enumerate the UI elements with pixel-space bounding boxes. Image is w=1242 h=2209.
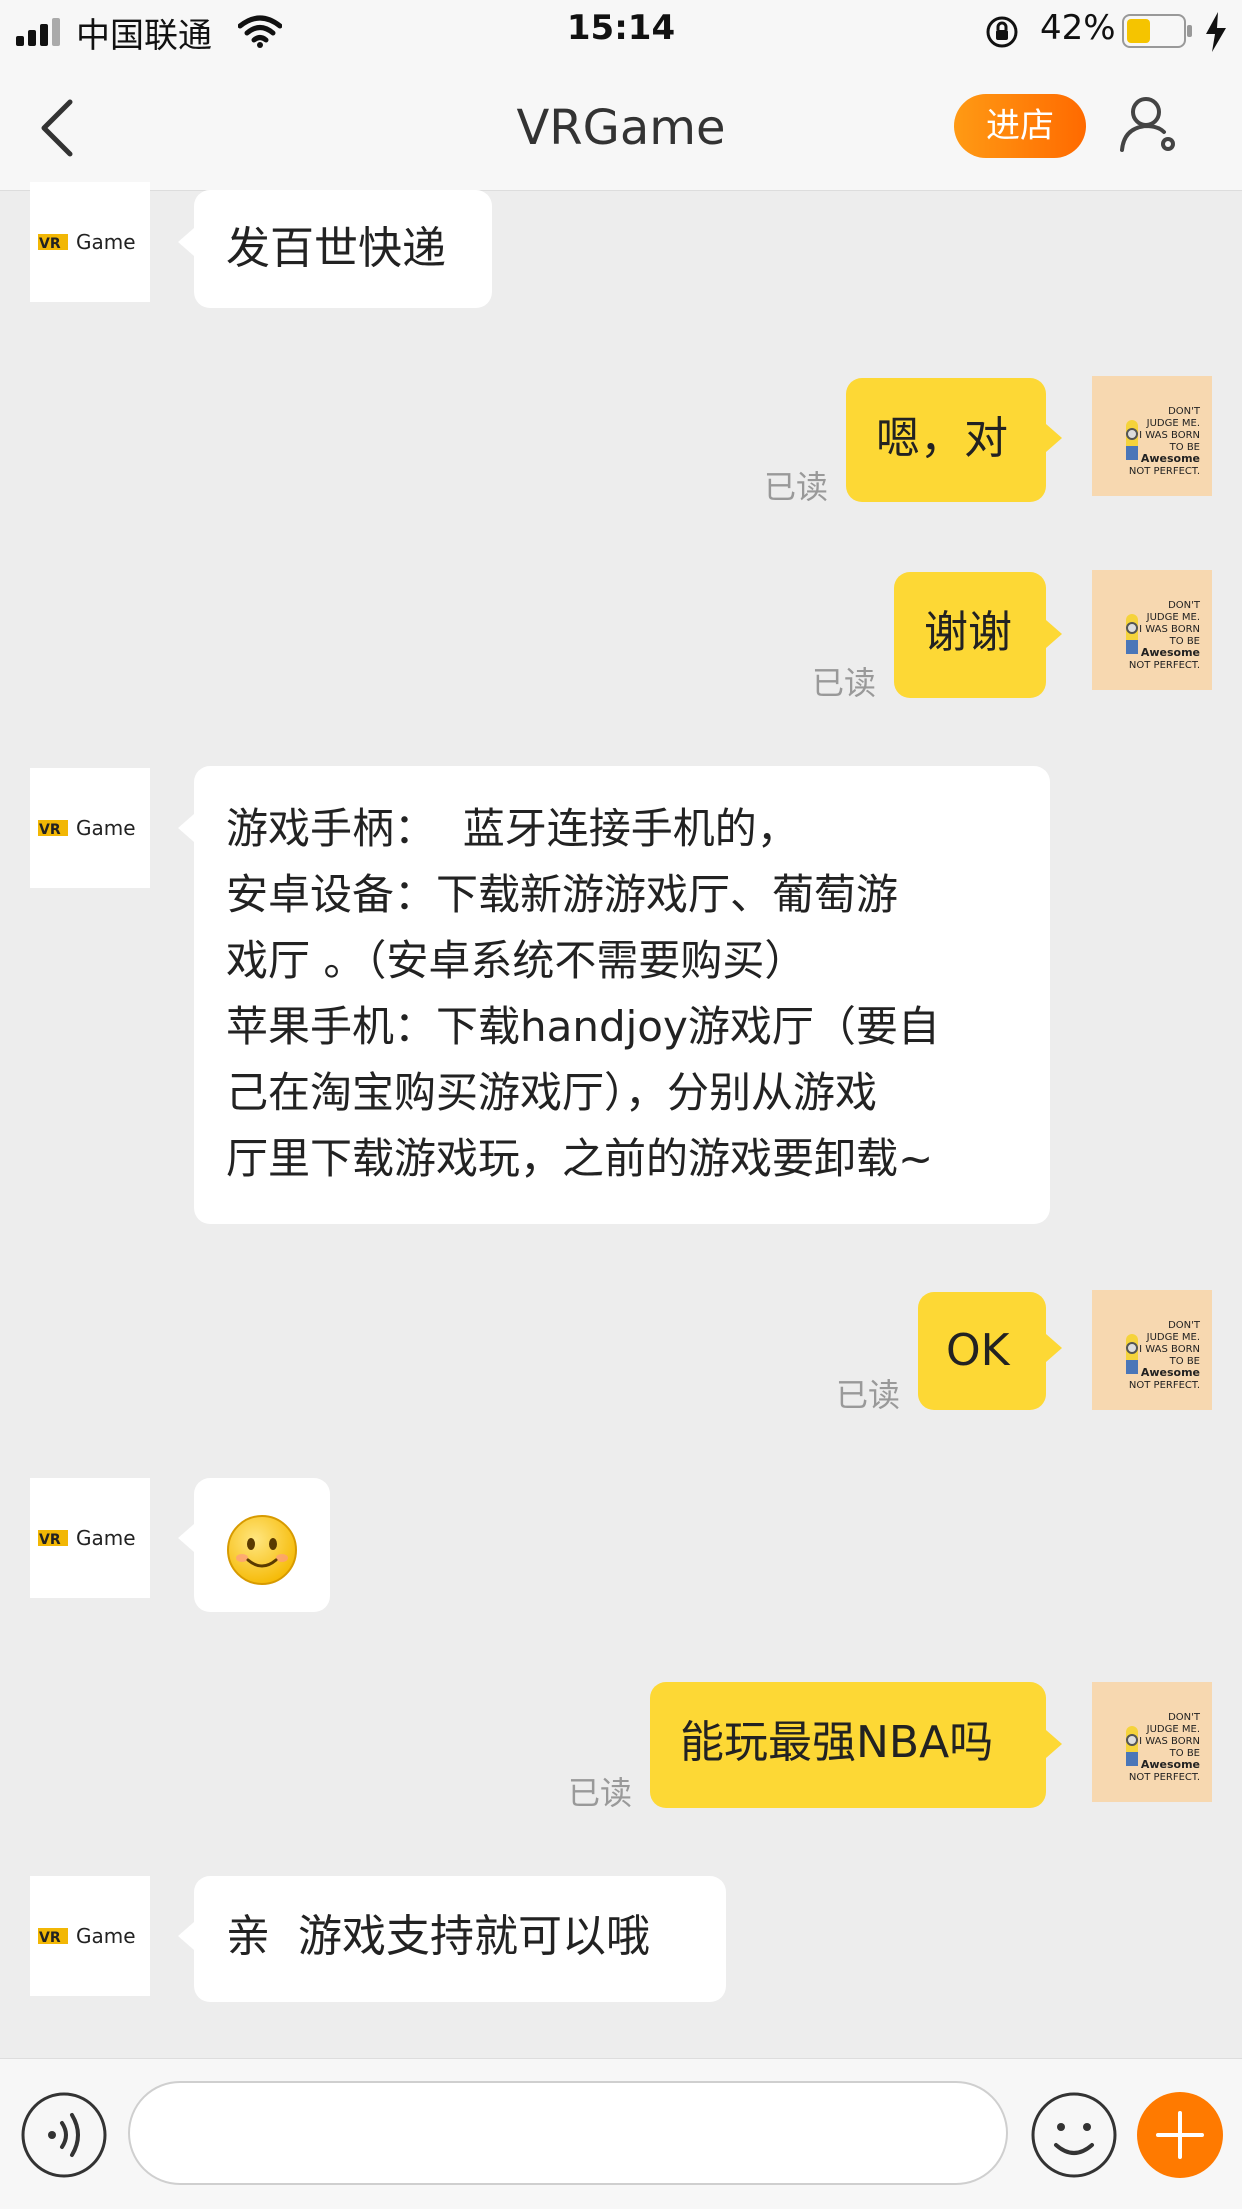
vrgame-logo-icon: VR Game [38,1526,136,1550]
read-status: 已读 [812,664,877,702]
svg-text:VR: VR [39,822,61,838]
message-bubble-incoming[interactable]: 发百世快递 [194,190,492,308]
smile-emoji-icon [227,1515,297,1585]
svg-text:I WAS BORN: I WAS BORN [1139,1736,1200,1747]
svg-text:JUDGE ME.: JUDGE ME. [1146,612,1200,623]
svg-text:JUDGE ME.: JUDGE ME. [1146,1724,1200,1735]
message-bubble-incoming[interactable]: 游戏手柄： 蓝牙连接手机的， 安卓设备：下载新游游戏厅、葡萄游 戏厅 。（安卓系… [194,766,1050,1224]
svg-text:VR: VR [39,236,61,252]
shop-avatar[interactable]: VR Game [30,768,150,888]
shop-avatar[interactable]: VR Game [30,1478,150,1598]
emoji-icon[interactable] [1030,2091,1118,2179]
minion-avatar-icon: DON'T JUDGE ME. I WAS BORN TO BE Awesome… [1126,1712,1201,1783]
message-text: 谢谢 [924,607,1012,658]
message-text: 能玩最强NBA吗 [680,1717,994,1768]
battery-icon [1122,14,1192,48]
svg-text:I WAS BORN: I WAS BORN [1139,624,1200,635]
voice-icon[interactable] [20,2091,108,2179]
my-avatar[interactable]: DON'T JUDGE ME. I WAS BORN TO BE Awesome… [1092,570,1212,690]
user-settings-icon[interactable] [1118,92,1182,156]
message-text: 发百世快递 [226,223,446,274]
message-line: 戏厅 。（安卓系统不需要购买） [226,936,807,985]
message-text: OK [946,1325,1010,1376]
minion-avatar-icon: DON'T JUDGE ME. I WAS BORN TO BE Awesome… [1126,1320,1201,1391]
message-bubble-incoming[interactable]: 亲 游戏支持就可以哦 [194,1876,726,2002]
message-bubble-incoming[interactable] [194,1478,330,1612]
svg-text:JUDGE ME.: JUDGE ME. [1146,418,1200,429]
status-bar: 中国联通 15:14 42% [0,0,1242,64]
message-line: 游戏手柄： 蓝牙连接手机的， [226,804,799,853]
svg-text:Awesome: Awesome [1141,1366,1200,1379]
input-bar [0,2058,1242,2209]
svg-text:JUDGE ME.: JUDGE ME. [1146,1332,1200,1343]
svg-text:Game: Game [76,1924,136,1948]
svg-text:Awesome: Awesome [1141,1758,1200,1771]
svg-text:I WAS BORN: I WAS BORN [1139,1344,1200,1355]
read-status: 已读 [568,1774,633,1812]
vrgame-logo-icon: VR Game [38,1924,136,1948]
message-text: 亲 游戏支持就可以哦 [226,1911,650,1962]
battery-percent: 42% [1040,8,1116,48]
charging-icon [1206,12,1226,52]
svg-text:I WAS BORN: I WAS BORN [1139,430,1200,441]
vrgame-logo-icon: VR Game [38,816,136,840]
message-bubble-outgoing[interactable]: 嗯，对 [846,378,1046,502]
svg-text:VR: VR [39,1532,61,1548]
message-line: 苹果手机：下载handjoy游戏厅（要自 [226,1002,940,1051]
svg-text:Game: Game [76,230,136,254]
svg-text:VR: VR [39,1930,61,1946]
svg-text:Game: Game [76,1526,136,1550]
message-line: 安卓设备：下载新游游戏厅、葡萄游 [226,870,899,919]
minion-avatar-icon: DON'T JUDGE ME. I WAS BORN TO BE Awesome… [1126,406,1201,477]
svg-text:NOT PERFECT.: NOT PERFECT. [1129,1772,1200,1783]
message-text: 嗯，对 [876,413,1008,464]
svg-text:Awesome: Awesome [1141,646,1200,659]
shop-avatar[interactable]: VR Game [30,1876,150,1996]
plus-icon[interactable] [1136,2091,1224,2179]
svg-text:NOT PERFECT.: NOT PERFECT. [1129,660,1200,671]
svg-text:Game: Game [76,816,136,840]
message-bubble-outgoing[interactable]: 能玩最强NBA吗 [650,1682,1046,1808]
minion-avatar-icon: DON'T JUDGE ME. I WAS BORN TO BE Awesome… [1126,600,1201,671]
my-avatar[interactable]: DON'T JUDGE ME. I WAS BORN TO BE Awesome… [1092,376,1212,496]
svg-text:NOT PERFECT.: NOT PERFECT. [1129,1380,1200,1391]
svg-text:DON'T: DON'T [1168,406,1201,417]
my-avatar[interactable]: DON'T JUDGE ME. I WAS BORN TO BE Awesome… [1092,1682,1212,1802]
my-avatar[interactable]: DON'T JUDGE ME. I WAS BORN TO BE Awesome… [1092,1290,1212,1410]
message-bubble-outgoing[interactable]: 谢谢 [894,572,1046,698]
rotation-lock-icon [986,16,1018,48]
svg-text:DON'T: DON'T [1168,600,1201,611]
message-line: 厅里下载游戏玩，之前的游戏要卸载~ [226,1134,934,1183]
svg-text:NOT PERFECT.: NOT PERFECT. [1129,466,1200,477]
vrgame-logo-icon: VR Game [38,230,136,254]
read-status: 已读 [764,468,829,506]
svg-text:DON'T: DON'T [1168,1712,1201,1723]
shop-avatar[interactable]: VR Game [30,182,150,302]
svg-text:DON'T: DON'T [1168,1320,1201,1331]
message-line: 己在淘宝购买游戏厅），分别从游戏 [226,1068,878,1117]
message-bubble-outgoing[interactable]: OK [918,1292,1046,1410]
read-status: 已读 [836,1376,901,1414]
message-input[interactable] [128,2081,1008,2185]
svg-text:Awesome: Awesome [1141,452,1200,465]
enter-shop-button[interactable]: 进店 [954,94,1086,158]
chat-header: VRGame 进店 [0,64,1242,191]
